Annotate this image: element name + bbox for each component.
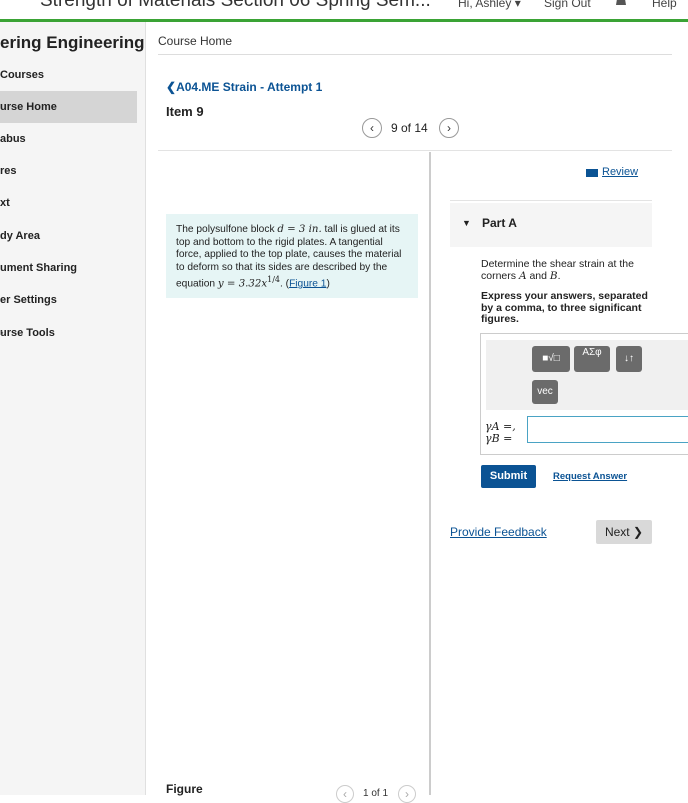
sidebar-item-user-settings[interactable]: er Settings (0, 284, 137, 316)
chevron-right-icon: › (0, 327, 4, 339)
sidebar-item-label: er Settings (0, 294, 57, 306)
arrows-button[interactable]: ↓↑ (616, 346, 642, 372)
problem-text: . ( (280, 278, 290, 290)
problem-text: ) (326, 278, 330, 290)
sidebar-item-study-area[interactable]: dy Area (0, 220, 137, 252)
help-link[interactable]: Help (652, 0, 677, 10)
chevron-left-icon: ❮ (166, 80, 177, 94)
provide-feedback-link[interactable]: Provide Feedback (450, 525, 547, 539)
sidebar-item-label: abus (0, 133, 26, 145)
next-button[interactable]: Next ❯ (596, 520, 652, 544)
part-a-label: Part A (482, 216, 517, 230)
divider (158, 150, 672, 151)
sidebar-item-label: res (0, 165, 17, 177)
previous-figure-button[interactable]: ‹ (336, 785, 354, 803)
next-item-button[interactable]: › (439, 118, 459, 138)
problem-statement: The polysulfone block d = 3 in. tall is … (166, 214, 418, 298)
caret-down-icon[interactable]: ▼ (462, 218, 471, 228)
question-text-part: and (526, 270, 550, 282)
math-exponent: 1/4 (267, 275, 280, 284)
sidebar-item-label: ument Sharing (0, 262, 78, 274)
sidebar-item-document-sharing[interactable]: ument Sharing (0, 252, 137, 284)
answer-instructions: Express your answers, separated by a com… (481, 290, 648, 325)
sign-out-link[interactable]: Sign Out (544, 0, 591, 10)
course-title: Strength of Materials Section 06 Spring … (40, 0, 431, 11)
figure-label: Figure (166, 782, 203, 796)
problem-text: The polysulfone block (176, 224, 278, 235)
chevron-left-icon: ‹ (343, 787, 347, 801)
top-bar: Strength of Materials Section 06 Spring … (0, 0, 688, 18)
divider (450, 200, 652, 201)
user-menu[interactable]: Hi, Ashley ▾ (458, 0, 521, 10)
previous-item-button[interactable]: ‹ (362, 118, 382, 138)
sidebar-item-syllabus[interactable]: abus (0, 123, 137, 155)
sidebar-item-etext[interactable]: xt (0, 187, 137, 219)
part-a-header[interactable] (450, 203, 652, 247)
back-link-label: A04.ME Strain - Attempt 1 (176, 80, 323, 94)
sidebar-item-course-tools[interactable]: urse Tools › (0, 317, 137, 349)
item-title: Item 9 (166, 104, 204, 119)
bell-icon[interactable] (614, 0, 628, 14)
divider (158, 54, 672, 55)
breadcrumb[interactable]: Course Home (158, 34, 232, 48)
sidebar-item-label: xt (0, 197, 10, 209)
gamma-b-label: γB = (485, 432, 513, 445)
next-figure-button[interactable]: › (398, 785, 416, 803)
vector-button[interactable]: vec (532, 380, 558, 404)
sidebar-item-label: Courses (0, 69, 45, 81)
review-link[interactable]: Review (602, 166, 638, 178)
math-equation: y = 3.32x (217, 278, 268, 290)
math-a: A (518, 270, 527, 282)
item-counter: 9 of 14 (391, 121, 428, 135)
sidebar-item-course-home[interactable]: urse Home (0, 91, 137, 123)
sidebar-item-courses[interactable]: Courses (0, 59, 137, 91)
question-text: Determine the shear strain at the corner… (481, 258, 661, 282)
back-to-assignment-link[interactable]: ❮A04.ME Strain - Attempt 1 (166, 80, 322, 94)
submit-button[interactable]: Submit (481, 465, 536, 488)
math-d: d = 3 in. (277, 224, 322, 235)
book-icon (586, 169, 598, 177)
greek-symbols-button[interactable]: ΑΣφ (574, 346, 610, 372)
pane-divider[interactable] (429, 152, 431, 795)
chevron-right-icon: › (447, 121, 451, 135)
chevron-left-icon: ‹ (370, 121, 374, 135)
question-text-part: . (557, 270, 561, 282)
sidebar-item-scores[interactable]: res (0, 155, 137, 187)
request-answer-link[interactable]: Request Answer (553, 471, 627, 482)
sidebar-item-label: dy Area (0, 230, 40, 242)
sidebar-item-label: urse Home (0, 101, 57, 113)
templates-button[interactable]: ■√□ (532, 346, 570, 372)
figure-counter: 1 of 1 (363, 788, 389, 799)
math-answer-labels: γA =, γB = (485, 421, 516, 445)
answer-input[interactable] (527, 416, 688, 443)
math-b: B (549, 270, 558, 282)
chevron-right-icon: › (405, 787, 409, 801)
brand-title: ering Engineering (0, 33, 145, 52)
figure-link[interactable]: Figure 1 (289, 278, 326, 289)
